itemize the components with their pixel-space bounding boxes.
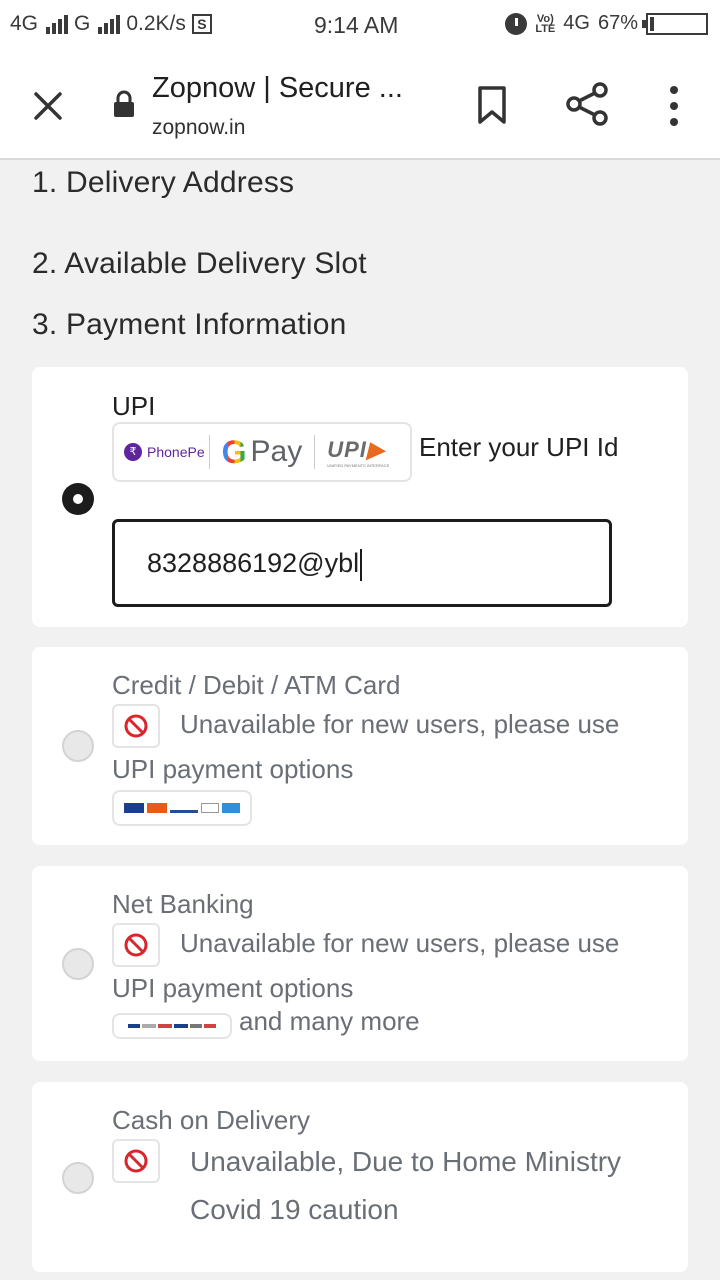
upi-radio[interactable] (62, 483, 94, 515)
clock: 9:14 AM (314, 12, 399, 38)
bank-icon (174, 1024, 188, 1028)
bank-icon (158, 1024, 172, 1028)
amex-icon (222, 803, 240, 813)
card-radio[interactable] (62, 730, 94, 762)
discover-icon (201, 803, 219, 813)
card-note-line1: Unavailable for new users, please use (180, 709, 620, 739)
upi-label: UPI (112, 391, 156, 421)
netbanking-radio[interactable] (62, 948, 94, 980)
step-delivery-address[interactable]: 1. Delivery Address (32, 166, 294, 200)
network-type-1: 4G (10, 12, 39, 35)
unavailable-icon (112, 1139, 160, 1183)
upi-logo: UPI▶ UNIFIED PAYMENTS INTERFACE (327, 436, 390, 468)
cod-note-line1: Unavailable, Due to Home Ministry (190, 1146, 622, 1177)
unavailable-icon (112, 704, 160, 748)
upi-app-logos: ₹ PhonePe G Pay UPI▶ UNIFIED PAYMENTS IN… (112, 422, 412, 482)
battery-percent: 67% (597, 12, 638, 34)
card-network-logos (112, 790, 252, 826)
netbanking-label: Net Banking (112, 889, 254, 919)
google-g-icon: G (221, 433, 247, 470)
share-icon[interactable] (564, 80, 612, 128)
alarm-icon (505, 12, 528, 35)
phonepe-icon: ₹ (124, 443, 142, 461)
network-type-2: G (74, 12, 91, 35)
mastercard-icon (147, 803, 167, 813)
visa-icon (124, 803, 144, 813)
bank-icon (204, 1024, 216, 1028)
cod-label: Cash on Delivery (112, 1105, 310, 1135)
page-url[interactable]: zopnow.in (152, 116, 245, 140)
cod-radio[interactable] (62, 1162, 94, 1194)
status-left: 4G G 0.2K/s S (10, 12, 212, 36)
page-title[interactable]: Zopnow | Secure ... (152, 72, 403, 105)
payment-option-card[interactable]: Credit / Debit / ATM Card Unavailable fo… (32, 647, 688, 845)
battery-icon (642, 12, 708, 35)
bookmark-icon[interactable] (470, 82, 514, 126)
card-note-line2: UPI payment options (112, 754, 354, 784)
phonepe-logo: ₹ PhonePe (124, 435, 210, 469)
step-payment-information: 3. Payment Information (32, 308, 347, 341)
payment-option-netbanking[interactable]: Net Banking Unavailable for new users, p… (32, 866, 688, 1061)
signal-icon-2 (98, 14, 121, 34)
text-caret (360, 548, 363, 581)
bank-icon (142, 1024, 156, 1028)
status-right: Vo) LTE 4G 67% (505, 12, 708, 35)
payment-option-upi[interactable]: UPI ₹ PhonePe G Pay UPI▶ UNIFIED PAYMENT… (32, 367, 688, 627)
network-type-3: 4G (563, 12, 590, 34)
card-label: Credit / Debit / ATM Card (112, 670, 401, 700)
more-menu-icon[interactable] (650, 82, 698, 130)
step-delivery-slot[interactable]: 2. Available Delivery Slot (32, 247, 367, 281)
volte-icon: Vo) LTE (535, 12, 556, 35)
netbanking-note-line1: Unavailable for new users, please use (180, 928, 620, 958)
rupay-icon (170, 803, 198, 813)
upi-hint: Enter your UPI Id (419, 432, 619, 462)
bank-logos (112, 1013, 232, 1039)
data-speed: 0.2K/s (126, 12, 186, 35)
status-bar: 4G G 0.2K/s S 9:14 AM Vo) LTE 4G 67% (0, 0, 720, 52)
storage-icon: S (191, 14, 212, 34)
cod-note-line2: Covid 19 caution (190, 1194, 399, 1225)
upi-id-input[interactable]: 8328886192@ybl (112, 519, 612, 607)
lock-icon (114, 90, 134, 117)
netbanking-note-line2: UPI payment options (112, 973, 354, 1003)
netbanking-more: and many more (239, 1006, 420, 1036)
gpay-logo: G Pay (210, 433, 316, 470)
upi-id-value: 8328886192@ybl (147, 548, 360, 578)
bank-icon (190, 1024, 202, 1028)
bank-icon (128, 1024, 140, 1028)
unavailable-icon (112, 923, 160, 967)
browser-toolbar: Zopnow | Secure ... zopnow.in (0, 52, 720, 160)
signal-icon (46, 14, 69, 34)
payment-option-cod[interactable]: Cash on Delivery Unavailable, Due to Hom… (32, 1082, 688, 1272)
close-icon[interactable] (26, 84, 70, 128)
